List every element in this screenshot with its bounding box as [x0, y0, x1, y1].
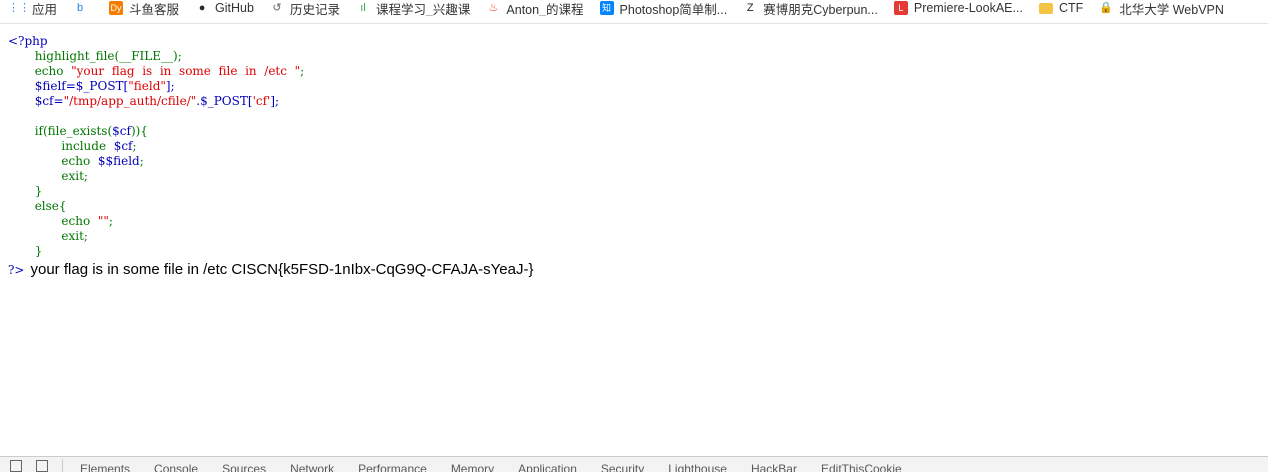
bookmark-label: Photoshop简单制...: [619, 2, 728, 17]
code-concat: .$_POST[: [196, 94, 253, 108]
course-icon: ıl: [360, 2, 366, 14]
code-end: ];: [165, 79, 175, 93]
bookmark-label: Anton_的课程: [506, 2, 584, 17]
code-echo: echo: [61, 214, 91, 228]
code-string: "your flag is in some file in /etc ": [71, 64, 301, 78]
lookae-icon: L: [893, 1, 908, 15]
bookmark-label: 斗鱼客服: [129, 2, 180, 17]
bookmark-item[interactable]: ♨ Anton_的课程: [486, 0, 583, 16]
flag-output-text: your flag is in some file in /etc CISCN{…: [30, 261, 534, 278]
zhihu-icon: 知: [599, 1, 614, 15]
bookmark-label: 赛博朋克Cyberpun...: [763, 2, 878, 17]
code-end: )){: [130, 124, 148, 138]
bookmark-label: GitHub: [215, 1, 254, 15]
code-echo: echo: [61, 154, 91, 168]
code-end: ];: [270, 94, 280, 108]
code-string: "/tmp/app_auth/cfile/": [63, 94, 197, 108]
code-else: else{: [34, 199, 67, 213]
bookmark-item[interactable]: ⋮⋮ 应用: [8, 0, 58, 17]
code-echo: echo: [34, 64, 64, 78]
lock-icon: 🔒: [1099, 2, 1114, 14]
folder-icon: ▬: [1038, 2, 1053, 14]
bookmark-item[interactable]: Z 赛博朋克Cyberpun...: [743, 0, 878, 16]
inspect-element-icon[interactable]: [10, 460, 22, 472]
github-icon: ●: [198, 2, 206, 14]
code-semicolon: ;: [108, 214, 113, 228]
bookmark-item[interactable]: Dy 斗鱼客服: [109, 0, 179, 16]
code-string: "field": [128, 79, 166, 93]
devtools-separator: [62, 459, 63, 472]
bookmark-label: 课程学习_兴趣课: [375, 2, 471, 17]
code-var: $fielf=$_POST[: [34, 79, 129, 93]
code-var: $cf: [112, 124, 131, 138]
code-line-highlight: highlight_file(__FILE__);: [34, 49, 182, 63]
bookmark-label: CTF: [1058, 1, 1084, 15]
code-brace: }: [34, 184, 43, 198]
zcool-icon: Z: [746, 2, 754, 14]
code-string: "": [97, 214, 109, 228]
code-var: $$field: [97, 154, 140, 168]
bookmark-item[interactable]: L Premiere-LookAE...: [893, 0, 1023, 16]
bing-icon: b: [76, 2, 84, 14]
bookmark-label: 历史记录: [289, 2, 340, 17]
code-brace: }: [34, 244, 43, 258]
php-source-code: <?php highlight_file(__FILE__); echo "yo…: [8, 34, 304, 259]
code-string: 'cf': [252, 94, 271, 108]
bookmark-item[interactable]: b: [73, 0, 93, 16]
code-exit: exit;: [61, 169, 88, 183]
code-if: if(file_exists(: [34, 124, 113, 138]
php-close-tag: ?>: [8, 263, 25, 277]
bookmark-item[interactable]: ● GitHub: [195, 0, 254, 16]
code-var: $cf=: [34, 94, 64, 108]
page-output: ?> your flag is in some file in /etc CISC…: [8, 261, 533, 278]
bookmarks-bar: ⋮⋮ 应用 b Dy 斗鱼客服 ● GitHub ↺ 历史记录 ıl 课程学习_兴趣课 ♨ Anton_…: [0, 0, 1268, 16]
apps-grid-icon: ⋮⋮: [8, 2, 30, 14]
bookmark-label: Premiere-LookAE...: [913, 1, 1023, 15]
code-semicolon: ;: [300, 64, 305, 78]
php-open-tag: <?php: [8, 34, 48, 48]
code-exit: exit;: [61, 229, 88, 243]
bookmark-item[interactable]: ↺ 历史记录: [270, 0, 340, 16]
douyu-icon: Dy: [109, 1, 124, 15]
bookmark-label: 应用: [32, 2, 58, 17]
bookmarks-divider: [0, 23, 1268, 24]
code-semicolon: ;: [132, 139, 137, 153]
code-semicolon: ;: [139, 154, 144, 168]
flame-icon: ♨: [488, 2, 499, 14]
device-toolbar-icon[interactable]: [36, 460, 48, 472]
code-var: $cf: [113, 139, 133, 153]
history-icon: ↺: [272, 2, 282, 14]
code-include: include: [61, 139, 107, 153]
bookmark-label: 北华大学 WebVPN: [1119, 2, 1224, 17]
bookmark-item[interactable]: ▬ CTF: [1038, 0, 1084, 16]
bookmark-item[interactable]: ıl 课程学习_兴趣课: [356, 0, 470, 16]
bookmark-item[interactable]: 🔒 北华大学 WebVPN: [1099, 0, 1224, 16]
devtools-tab-bar: Elements Console Sources Network Performance…: [0, 456, 1268, 472]
bookmark-item[interactable]: 知 Photoshop简单制...: [599, 0, 728, 17]
